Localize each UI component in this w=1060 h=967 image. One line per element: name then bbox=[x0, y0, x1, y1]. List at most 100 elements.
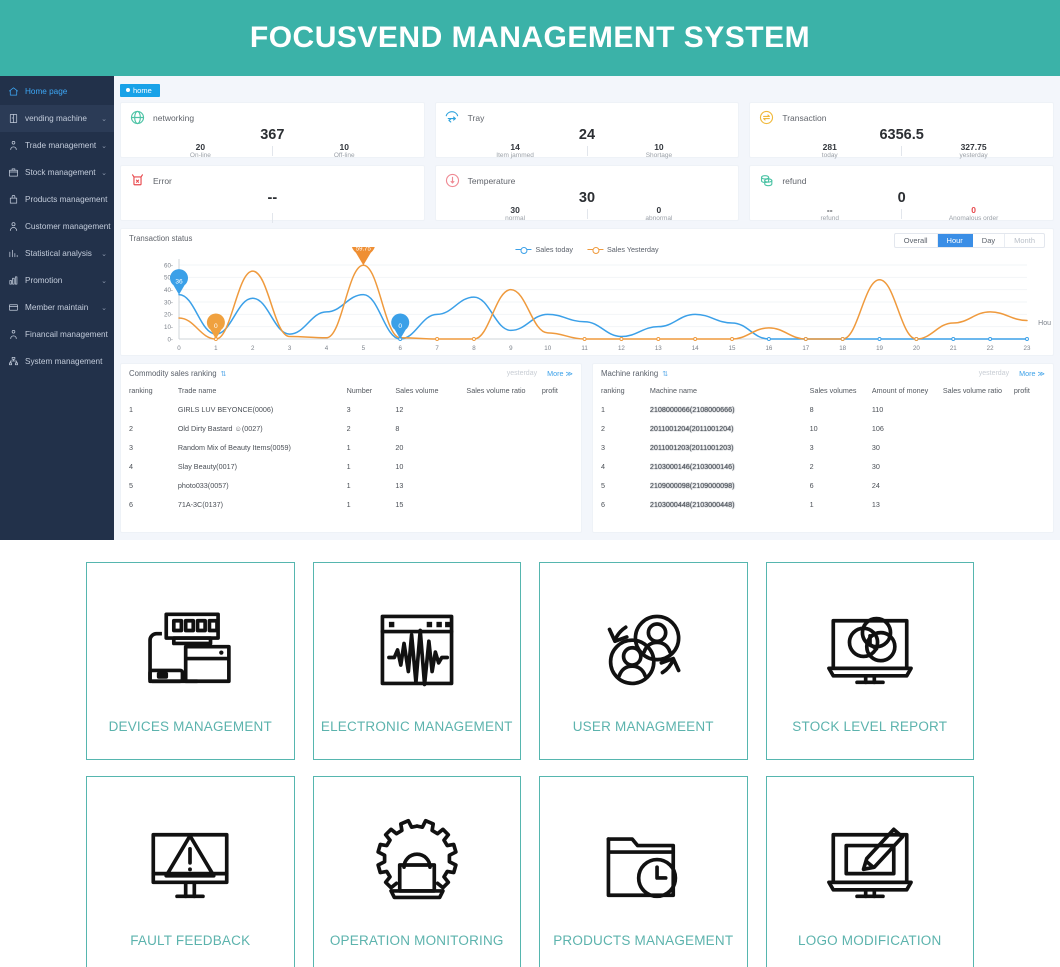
svg-text:15: 15 bbox=[729, 345, 736, 352]
stat-card-breakdown: 20 On-line 10 Off-line bbox=[129, 141, 416, 160]
cell-ratio bbox=[943, 476, 1014, 495]
stat-card-header: refund bbox=[758, 172, 1045, 189]
products-icon bbox=[7, 193, 20, 206]
app-shell: Home page vending machine ⌄ Trade manage… bbox=[0, 76, 1060, 540]
stat-card-networking[interactable]: networking 367 20 On-line 10 Off-line bbox=[120, 102, 425, 160]
commodity-table: ranking Trade name Number Sales volume Sales… bbox=[129, 382, 573, 514]
cell-ranking: 5 bbox=[129, 481, 133, 490]
tile-operation-monitoring[interactable]: OPERATION MONITORING bbox=[312, 776, 521, 967]
monitor-chart-icon bbox=[816, 589, 924, 713]
table-row[interactable]: 5 photo033(0057) 1 13 bbox=[129, 476, 573, 495]
sidebar-item-stock-management[interactable]: Stock management ⌄ bbox=[0, 159, 114, 186]
cell-profit bbox=[542, 400, 573, 419]
stat-card-transaction[interactable]: Transaction 6356.5 281 today 327.75 yest… bbox=[749, 102, 1054, 159]
sort-icon[interactable]: ⇅ bbox=[221, 370, 227, 378]
cell-name: Random Mix of Beauty Items(0059) bbox=[177, 443, 291, 452]
cell-ranking: 3 bbox=[601, 443, 605, 452]
chevron-down-icon[interactable]: ⌄ bbox=[101, 250, 107, 258]
sidebar-item-customer-management[interactable]: Customer management bbox=[0, 213, 114, 240]
table-row[interactable]: 4 2103000146(2103000146) 2 30 bbox=[601, 457, 1045, 476]
chevron-down-icon[interactable]: ⌄ bbox=[101, 115, 107, 123]
stat-card-error[interactable]: Error -- bbox=[120, 165, 425, 223]
stat-left: 14 Item jammed bbox=[444, 142, 587, 160]
table-row[interactable]: 2 Old Dirty Bastard ☺(0027) 2 8 bbox=[129, 419, 573, 438]
range-tab-overall[interactable]: Overall bbox=[895, 234, 938, 247]
stat-left-value: 20 bbox=[195, 141, 206, 152]
tile-logo-modification[interactable]: LOGO MODIFICATION bbox=[765, 776, 974, 967]
column-header[interactable]: Trade name bbox=[178, 382, 347, 400]
cell-name: 71A-3C(0137) bbox=[177, 500, 223, 509]
table-row[interactable]: 1 GIRLS LUV BEYONCE(0006) 3 12 bbox=[129, 400, 573, 419]
sidebar-item-vending-machine[interactable]: vending machine ⌄ bbox=[0, 105, 114, 132]
stat-card-tray[interactable]: Tray 24 14 Item jammed 10 Shortage bbox=[434, 102, 740, 160]
cell-ratio bbox=[466, 495, 541, 514]
sidebar-item-products-management[interactable]: Products management bbox=[0, 186, 114, 213]
chevron-down-icon[interactable]: ⌄ bbox=[101, 142, 107, 150]
commodity-more-link[interactable]: More ≫ bbox=[547, 369, 573, 378]
stock-icon bbox=[7, 166, 20, 179]
sidebar-item-member-maintain[interactable]: Member maintain ⌄ bbox=[0, 294, 114, 321]
table-row[interactable]: 5 2109000098(2109000098) 6 24 bbox=[601, 476, 1045, 495]
cell-ratio bbox=[943, 419, 1014, 438]
tab-home-label: home bbox=[133, 85, 152, 95]
table-row[interactable]: 3 Random Mix of Beauty Items(0059) 1 20 bbox=[129, 438, 573, 457]
sidebar-item-label: Products management bbox=[25, 195, 108, 204]
column-header[interactable]: Sales volume ratio bbox=[466, 382, 541, 400]
sidebar-item-promotion[interactable]: Promotion ⌄ bbox=[0, 267, 114, 294]
tile-electronic-management[interactable]: ELECTRONIC MANAGEMENT bbox=[312, 562, 521, 760]
table-row[interactable]: 1 2108000066(2108000666) 8 110 bbox=[601, 400, 1045, 419]
column-header[interactable]: Machine name bbox=[650, 382, 810, 400]
error-icon bbox=[129, 172, 146, 189]
sidebar-item-statistical-analysis[interactable]: Statistical analysis ⌄ bbox=[0, 240, 114, 267]
stat-card-refund[interactable]: refund 0 -- refund 0 Anomalous order bbox=[749, 165, 1054, 222]
range-tab-month[interactable]: Month bbox=[1005, 234, 1044, 247]
sort-icon[interactable]: ⇅ bbox=[662, 370, 668, 378]
sidebar-item-label: Home page bbox=[25, 87, 68, 96]
table-row[interactable]: 6 71A-3C(0137) 1 15 bbox=[129, 495, 573, 514]
range-tab-group[interactable]: Overall Hour Day Month bbox=[893, 233, 1045, 248]
column-header[interactable]: profit bbox=[542, 382, 573, 400]
machine-table-body: 1 2108000066(2108000666) 8 110 2 2011001204(2… bbox=[601, 400, 1045, 514]
table-row[interactable]: 3 2011001203(2011001203) 3 30 bbox=[601, 438, 1045, 457]
table-row[interactable]: 6 2103000448(2103000448) 1 13 bbox=[601, 495, 1045, 514]
column-header[interactable]: ranking bbox=[601, 382, 650, 400]
sidebar-item-home-page[interactable]: Home page bbox=[0, 78, 114, 105]
stat-card-main-value: 6356.5 bbox=[879, 127, 924, 143]
column-header[interactable]: Amount of money bbox=[872, 382, 943, 400]
tile-fault-feedback[interactable]: FAULT FEEDBACK bbox=[86, 776, 295, 967]
cell-ratio bbox=[943, 457, 1014, 476]
cell-amount: 24 bbox=[871, 481, 880, 490]
folder-clock-icon bbox=[589, 803, 697, 927]
machine-icon bbox=[7, 112, 20, 125]
tile-user-managmeent[interactable]: USER MANAGMEENT bbox=[539, 562, 748, 760]
stat-card-temperature[interactable]: Temperature 30 30 normal 0 abnormal bbox=[434, 165, 740, 222]
sidebar-item-financail-management[interactable]: Financail management bbox=[0, 321, 114, 348]
table-row[interactable]: 4 Slay Beauty(0017) 1 10 bbox=[129, 457, 573, 476]
chevron-down-icon[interactable]: ⌄ bbox=[101, 304, 107, 312]
column-header[interactable]: profit bbox=[1014, 382, 1045, 400]
tile-stock-level-report[interactable]: STOCK LEVEL REPORT bbox=[765, 562, 974, 760]
column-header[interactable]: Sales volume bbox=[395, 382, 466, 400]
table-row[interactable]: 2 2011001204(2011001204) 10 106 bbox=[601, 419, 1045, 438]
tile-devices-management[interactable]: DEVICES MANAGEMENT bbox=[86, 562, 295, 760]
commodity-panel-title: Commodity sales ranking bbox=[129, 369, 217, 378]
statistics-icon bbox=[7, 247, 20, 260]
cell-ratio bbox=[466, 419, 541, 438]
machine-more-link[interactable]: More ≫ bbox=[1019, 369, 1045, 378]
sidebar-item-system-management[interactable]: System management bbox=[0, 348, 114, 375]
cell-ratio bbox=[943, 495, 1014, 514]
tab-home[interactable]: home bbox=[120, 83, 160, 97]
commodity-table-body: 1 GIRLS LUV BEYONCE(0006) 3 12 2 Old Dirty Ba… bbox=[129, 400, 573, 514]
svg-text:2: 2 bbox=[251, 345, 255, 352]
sidebar-item-trade-management[interactable]: Trade management ⌄ bbox=[0, 132, 114, 159]
column-header[interactable]: Sales volume ratio bbox=[943, 382, 1014, 400]
column-header[interactable]: Sales volumes bbox=[810, 382, 872, 400]
machine-panel-actions: yesterday More ≫ bbox=[979, 369, 1045, 378]
tile-products-management[interactable]: PRODUCTS MANAGEMENT bbox=[539, 776, 748, 967]
range-tab-hour[interactable]: Hour bbox=[937, 234, 973, 247]
range-tab-day[interactable]: Day bbox=[973, 234, 1006, 247]
chevron-down-icon[interactable]: ⌄ bbox=[101, 277, 107, 285]
column-header[interactable]: ranking bbox=[129, 382, 178, 400]
column-header[interactable]: Number bbox=[347, 382, 396, 400]
chevron-down-icon[interactable]: ⌄ bbox=[101, 169, 107, 177]
